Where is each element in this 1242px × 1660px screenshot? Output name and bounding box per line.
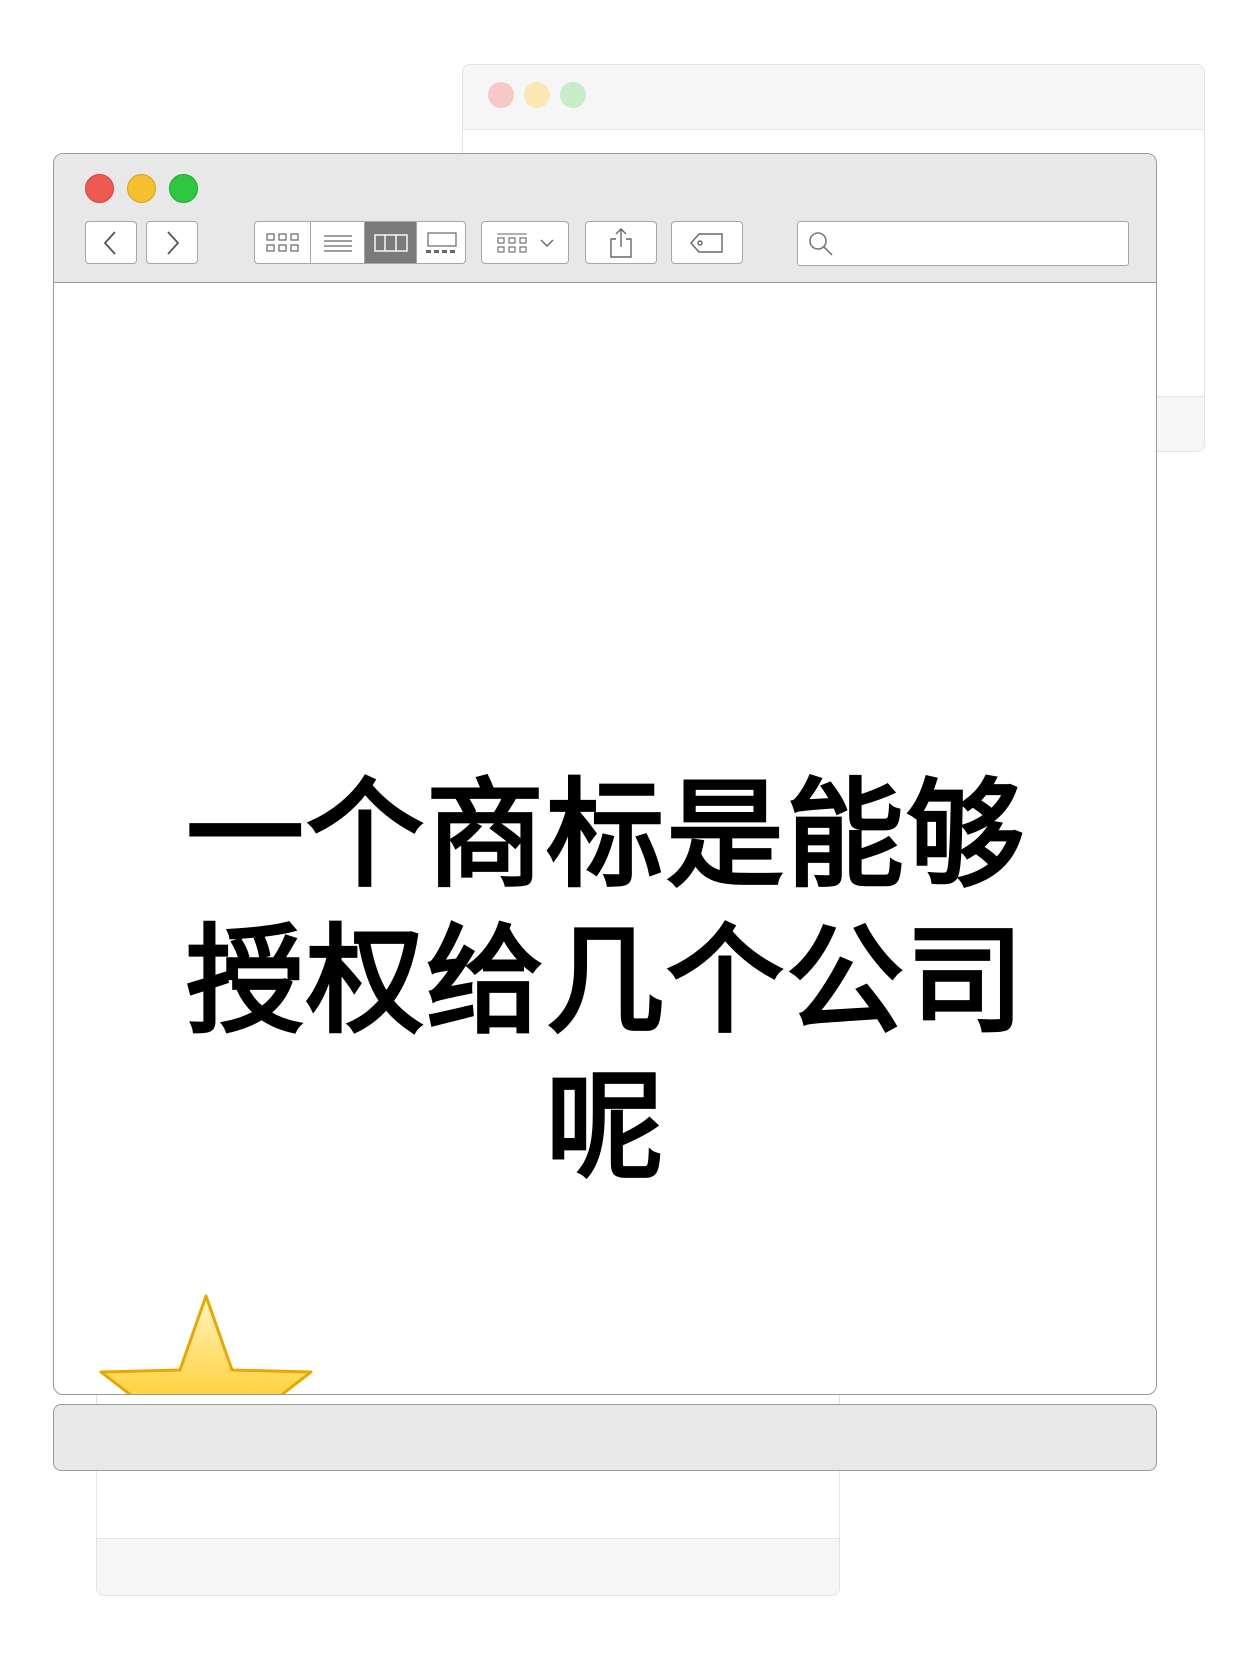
chevron-right-icon [167,230,180,255]
view-mode-control [254,221,466,264]
search-field[interactable] [797,221,1129,266]
background-close-button [488,82,514,108]
headline-text: 一个商标是能够 授权给几个公司 呢 [174,762,1038,1200]
tag-button[interactable] [671,221,743,264]
icon-grid-icon [265,232,299,252]
close-button[interactable] [85,174,114,203]
search-input[interactable] [840,228,1124,260]
chevron-down-icon [540,239,554,247]
column-view-button[interactable] [365,222,417,263]
icon-view-button[interactable] [255,222,311,263]
share-icon [610,227,632,258]
search-icon [809,232,833,256]
background-window-lower-footer [97,1538,839,1595]
back-button[interactable] [85,221,137,264]
chevron-left-icon [103,230,116,255]
arrange-button[interactable] [481,221,569,264]
headline-line-3: 呢 [545,1058,666,1196]
main-window: 一个商标是能够 授权给几个公司 呢 [53,153,1157,1395]
tag-icon [690,232,723,253]
grid-arrange-icon [497,232,527,253]
zoom-button[interactable] [169,174,198,203]
window-bottom-bar [53,1404,1157,1471]
window-content: 一个商标是能够 授权给几个公司 呢 [54,284,1156,1394]
background-minimize-button [524,82,550,108]
gallery-view-button[interactable] [417,222,465,263]
share-button[interactable] [585,221,657,264]
columns-icon [373,233,408,252]
minimize-button[interactable] [127,174,156,203]
star-icon [99,1294,313,1394]
list-view-button[interactable] [311,222,365,263]
headline-line-1: 一个商标是能够 [185,766,1026,904]
headline-line-2: 授权给几个公司 [185,912,1026,1050]
gallery-icon [426,231,457,253]
list-lines-icon [323,234,352,252]
forward-button[interactable] [146,221,198,264]
background-window-titlebar [463,65,1204,130]
background-zoom-button [560,82,586,108]
window-toolbar [54,154,1156,283]
